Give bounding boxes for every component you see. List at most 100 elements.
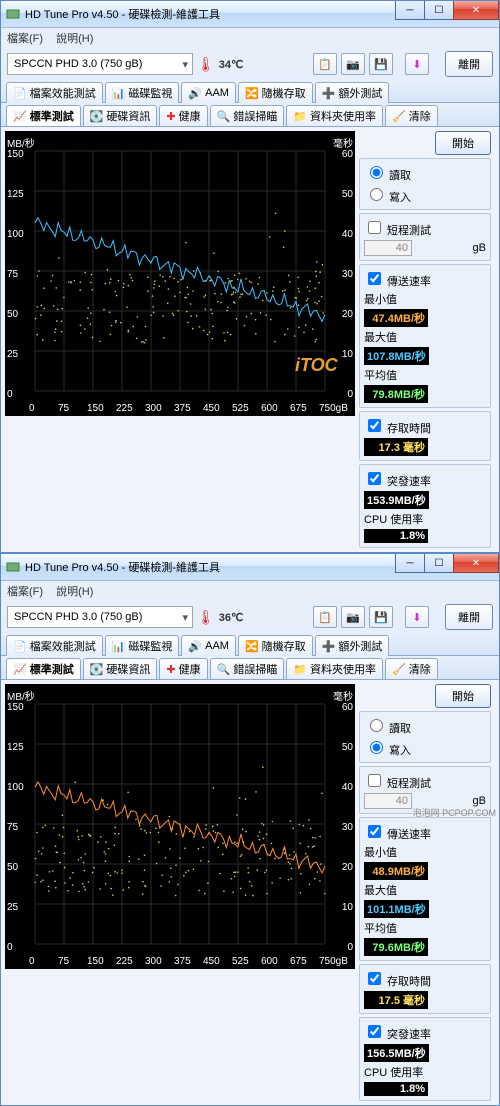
start-button[interactable]: 開始 xyxy=(435,684,491,708)
tab-benchmark[interactable]: 📈標準測試 xyxy=(6,105,81,126)
copy-info-button[interactable]: 📋 xyxy=(313,53,337,75)
cpu-value: 1.8% xyxy=(364,529,428,543)
max-value: 107.8MB/秒 xyxy=(364,347,429,365)
save-button[interactable]: 💾 xyxy=(369,53,393,75)
menubar: 檔案(F) 說明(H) xyxy=(1,28,499,48)
app-icon xyxy=(5,559,21,575)
tab-file-benchmark[interactable]: 📄檔案效能測試 xyxy=(6,635,103,656)
close-button[interactable]: ✕ xyxy=(453,1,499,20)
tab-folder-usage[interactable]: 📁資料夾使用率 xyxy=(286,105,383,126)
drive-select[interactable]: SPCCN PHD 3.0 (750 gB) xyxy=(7,53,193,75)
mode-read[interactable]: 讀取 xyxy=(365,715,485,737)
watermark: 泡泡网 PCPOP.COM xyxy=(413,806,496,819)
tabstrip: 📄檔案效能測試 📊磁碟監視 🔊AAM 🔀隨機存取 ➕額外測試 xyxy=(1,633,499,656)
window-title: HD Tune Pro v4.50 - 硬碟檢測-維護工具 xyxy=(25,6,220,22)
cpu-label: CPU 使用率 xyxy=(364,1064,423,1080)
app-window: HD Tune Pro v4.50 - 硬碟檢測-維護工具 ─ ☐ ✕ 檔案(F… xyxy=(0,553,500,1106)
tabstrip: 📄檔案效能測試 📊磁碟監視 🔊AAM 🔀隨機存取 ➕額外測試 xyxy=(1,80,499,103)
burst-rate-check[interactable]: 突發速率 xyxy=(364,1022,431,1042)
short-test-value: 40 xyxy=(364,240,412,256)
tab-health[interactable]: ✚健康 xyxy=(159,658,207,679)
exit-button[interactable]: 離開 xyxy=(445,51,493,77)
exit-button[interactable]: 離開 xyxy=(445,604,493,630)
burst-rate-check[interactable]: 突發速率 xyxy=(364,469,431,489)
cpu-value: 1.8% xyxy=(364,1082,428,1096)
tab-disk-monitor[interactable]: 📊磁碟監視 xyxy=(105,82,180,103)
avg-value: 79.6MB/秒 xyxy=(364,938,428,956)
thermometer-icon: 🌡 xyxy=(197,56,215,73)
tab-health[interactable]: ✚健康 xyxy=(159,105,207,126)
drive-select[interactable]: SPCCN PHD 3.0 (750 gB) xyxy=(7,606,193,628)
screenshot-button[interactable]: 📷 xyxy=(341,606,365,628)
thermometer-icon: 🌡 xyxy=(197,609,215,626)
svg-text:iTOC: iTOC xyxy=(295,355,339,375)
min-value: 47.4MB/秒 xyxy=(364,309,428,327)
mode-write[interactable]: 寫入 xyxy=(365,737,485,759)
tab-error-scan[interactable]: 🔍錯誤掃瞄 xyxy=(210,105,285,126)
min-label: 最小值 xyxy=(364,844,397,860)
tab-aam[interactable]: 🔊AAM xyxy=(181,82,236,103)
access-time-check[interactable]: 存取時間 xyxy=(364,416,431,436)
menubar: 檔案(F) 說明(H) xyxy=(1,581,499,601)
min-value: 48.9MB/秒 xyxy=(364,862,428,880)
benchmark-chart: MB/秒 毫秒 15012510075502506050403020100075… xyxy=(5,684,355,969)
benchmark-chart: MB/秒 毫秒 15012510075502506050403020100075… xyxy=(5,131,355,416)
minimize-button[interactable]: ─ xyxy=(395,554,425,573)
minimize-button[interactable]: ─ xyxy=(395,1,425,20)
avg-label: 平均值 xyxy=(364,367,397,383)
avg-value: 79.8MB/秒 xyxy=(364,385,428,403)
close-button[interactable]: ✕ xyxy=(453,554,499,573)
app-icon xyxy=(5,6,21,22)
tab-benchmark[interactable]: 📈標準測試 xyxy=(6,658,81,679)
tab-erase[interactable]: 🧹清除 xyxy=(385,105,438,126)
burst-value: 156.5MB/秒 xyxy=(364,1044,429,1062)
tab-random-access[interactable]: 🔀隨機存取 xyxy=(238,82,313,103)
tab-extra-tests[interactable]: ➕額外測試 xyxy=(315,82,390,103)
start-button[interactable]: 開始 xyxy=(435,131,491,155)
burst-value: 153.9MB/秒 xyxy=(364,491,429,509)
max-label: 最大值 xyxy=(364,882,397,898)
maximize-button[interactable]: ☐ xyxy=(424,554,454,573)
mode-group: 讀取 寫入 xyxy=(359,158,491,210)
save-button[interactable]: 💾 xyxy=(369,606,393,628)
screenshot-button[interactable]: 📷 xyxy=(341,53,365,75)
tab-extra-tests[interactable]: ➕額外測試 xyxy=(315,635,390,656)
max-value: 101.1MB/秒 xyxy=(364,900,429,918)
max-label: 最大值 xyxy=(364,329,397,345)
menu-help[interactable]: 說明(H) xyxy=(56,33,93,45)
access-value: 17.3 毫秒 xyxy=(364,438,428,456)
temperature-value: 36℃ xyxy=(219,611,244,624)
tab-info[interactable]: 💽硬碟資訊 xyxy=(83,105,158,126)
tab-file-benchmark[interactable]: 📄檔案效能測試 xyxy=(6,82,103,103)
options-button[interactable]: ⬇ xyxy=(405,606,429,628)
avg-label: 平均值 xyxy=(364,920,397,936)
cpu-label: CPU 使用率 xyxy=(364,511,423,527)
transfer-rate-check[interactable]: 傳送速率 xyxy=(364,269,431,289)
app-window: HD Tune Pro v4.50 - 硬碟檢測-維護工具 ─ ☐ ✕ 檔案(F… xyxy=(0,0,500,553)
tab-disk-monitor[interactable]: 📊磁碟監視 xyxy=(105,635,180,656)
maximize-button[interactable]: ☐ xyxy=(424,1,454,20)
titlebar[interactable]: HD Tune Pro v4.50 - 硬碟檢測-維護工具 ─ ☐ ✕ xyxy=(1,554,499,581)
tab-random-access[interactable]: 🔀隨機存取 xyxy=(238,635,313,656)
menu-file[interactable]: 檔案(F) xyxy=(7,33,43,45)
temperature-value: 34℃ xyxy=(219,58,244,71)
tab-folder-usage[interactable]: 📁資料夾使用率 xyxy=(286,658,383,679)
short-test-value: 40 xyxy=(364,793,412,809)
tab-info[interactable]: 💽硬碟資訊 xyxy=(83,658,158,679)
min-label: 最小值 xyxy=(364,291,397,307)
mode-group: 讀取 寫入 xyxy=(359,711,491,763)
mode-write[interactable]: 寫入 xyxy=(365,184,485,206)
short-test-check[interactable]: 短程測試 xyxy=(364,218,431,238)
menu-help[interactable]: 說明(H) xyxy=(56,586,93,598)
copy-info-button[interactable]: 📋 xyxy=(313,606,337,628)
access-time-check[interactable]: 存取時間 xyxy=(364,969,431,989)
tab-error-scan[interactable]: 🔍錯誤掃瞄 xyxy=(210,658,285,679)
tab-erase[interactable]: 🧹清除 xyxy=(385,658,438,679)
tab-aam[interactable]: 🔊AAM xyxy=(181,635,236,656)
options-button[interactable]: ⬇ xyxy=(405,53,429,75)
short-test-check[interactable]: 短程測試 xyxy=(364,771,431,791)
titlebar[interactable]: HD Tune Pro v4.50 - 硬碟檢測-維護工具 ─ ☐ ✕ xyxy=(1,1,499,28)
menu-file[interactable]: 檔案(F) xyxy=(7,586,43,598)
mode-read[interactable]: 讀取 xyxy=(365,162,485,184)
transfer-rate-check[interactable]: 傳送速率 xyxy=(364,822,431,842)
